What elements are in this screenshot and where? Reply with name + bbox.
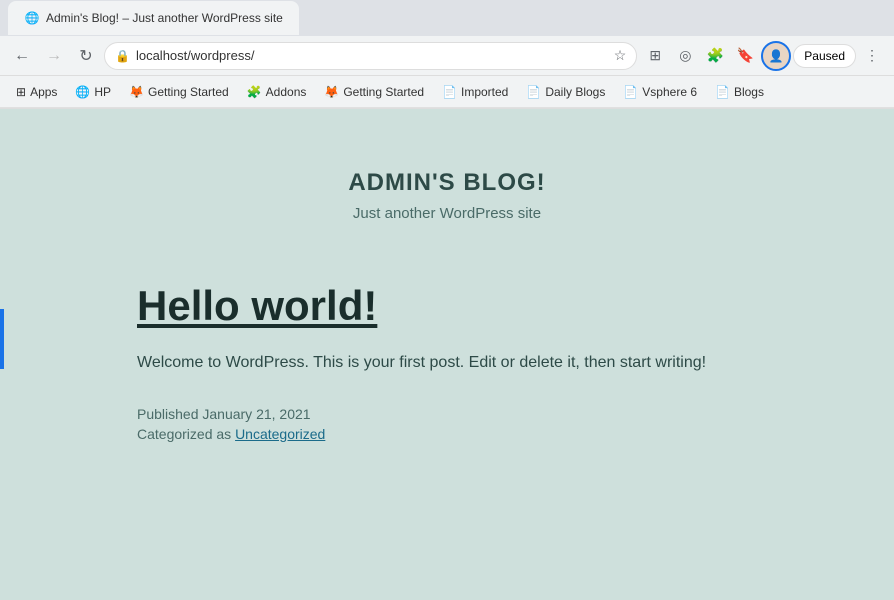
blue-accent-bar	[0, 309, 4, 369]
bookmark-gs2-label: Getting Started	[343, 85, 424, 99]
post-title[interactable]: Hello world!	[137, 282, 757, 330]
tab-favicon: 🌐	[24, 10, 40, 26]
menu-icon[interactable]: ⋮	[858, 42, 886, 70]
bookmark-apps-label: Apps	[30, 85, 57, 99]
tab-bar: 🌐 Admin's Blog! – Just another WordPress…	[0, 0, 894, 36]
apps-icon: ⊞	[16, 85, 26, 99]
reload-button[interactable]: ↻	[72, 42, 100, 70]
content-area: Hello world! Welcome to WordPress. This …	[97, 262, 797, 486]
bookmark-imported-label: Imported	[461, 85, 508, 99]
puzzle-icon[interactable]: 🧩	[701, 42, 729, 70]
bookmark-vsphere[interactable]: 📄 Vsphere 6	[615, 81, 705, 103]
tab-title: Admin's Blog! – Just another WordPress s…	[46, 11, 283, 25]
vsphere-icon: 📄	[623, 85, 638, 99]
firefox-icon-2: 🦊	[324, 85, 339, 99]
bookmark-star-icon[interactable]: ☆	[614, 47, 627, 64]
bookmark-blogs[interactable]: 📄 Blogs	[707, 81, 772, 103]
bookmark-blogs-label: Blogs	[734, 85, 764, 99]
imported-icon: 📄	[442, 85, 457, 99]
blogs-icon: 📄	[715, 85, 730, 99]
back-button[interactable]: ←	[8, 42, 36, 70]
bookmark-hp-label: HP	[94, 85, 111, 99]
bookmark-hp[interactable]: 🌐 HP	[67, 81, 119, 103]
bookmark-daily-blogs-label: Daily Blogs	[545, 85, 605, 99]
webpage-content: ADMIN'S BLOG! Just another WordPress sit…	[0, 109, 894, 600]
lock-icon: 🔒	[115, 49, 130, 63]
post-category-line: Categorized as Uncategorized	[137, 426, 757, 442]
profile-avatar[interactable]: 👤	[761, 41, 791, 71]
bookmark-daily-blogs[interactable]: 📄 Daily Blogs	[518, 81, 613, 103]
bookmark-vsphere-label: Vsphere 6	[642, 85, 697, 99]
bookmark-gs1-label: Getting Started	[148, 85, 229, 99]
paused-button[interactable]: Paused	[793, 44, 856, 68]
bookmark-getting-started-1[interactable]: 🦊 Getting Started	[121, 81, 237, 103]
bookmarks-bar: ⊞ Apps 🌐 HP 🦊 Getting Started 🧩 Addons 🦊…	[0, 76, 894, 108]
site-title: ADMIN'S BLOG!	[20, 169, 874, 197]
post-meta: Published January 21, 2021 Categorized a…	[137, 406, 757, 442]
nav-icons-right: ⊞ ◎ 🧩 🔖 👤 Paused ⋮	[641, 41, 886, 71]
url-text: localhost/wordpress/	[136, 48, 608, 63]
site-tagline: Just another WordPress site	[20, 205, 874, 222]
bookmark-icon[interactable]: 🔖	[731, 42, 759, 70]
bookmark-apps[interactable]: ⊞ Apps	[8, 81, 65, 103]
site-header: ADMIN'S BLOG! Just another WordPress sit…	[0, 109, 894, 262]
nav-bar: ← → ↻ 🔒 localhost/wordpress/ ☆ ⊞ ◎ 🧩 🔖 👤…	[0, 36, 894, 76]
post-published-line: Published January 21, 2021	[137, 406, 757, 422]
extensions-icon[interactable]: ⊞	[641, 42, 669, 70]
bookmark-getting-started-2[interactable]: 🦊 Getting Started	[316, 81, 432, 103]
forward-button[interactable]: →	[40, 42, 68, 70]
addons-icon: 🧩	[247, 85, 262, 99]
post-body: Welcome to WordPress. This is your first…	[137, 350, 757, 376]
bookmark-addons-label: Addons	[266, 85, 307, 99]
profile-circle-icon[interactable]: ◎	[671, 42, 699, 70]
bookmark-imported[interactable]: 📄 Imported	[434, 81, 516, 103]
hp-icon: 🌐	[75, 85, 90, 99]
category-link[interactable]: Uncategorized	[235, 426, 325, 442]
active-tab[interactable]: 🌐 Admin's Blog! – Just another WordPress…	[8, 1, 299, 35]
paused-label: Paused	[804, 49, 845, 63]
daily-blogs-icon: 📄	[526, 85, 541, 99]
firefox-icon-1: 🦊	[129, 85, 144, 99]
browser-chrome: 🌐 Admin's Blog! – Just another WordPress…	[0, 0, 894, 109]
bookmark-addons[interactable]: 🧩 Addons	[239, 81, 315, 103]
address-bar[interactable]: 🔒 localhost/wordpress/ ☆	[104, 42, 637, 70]
